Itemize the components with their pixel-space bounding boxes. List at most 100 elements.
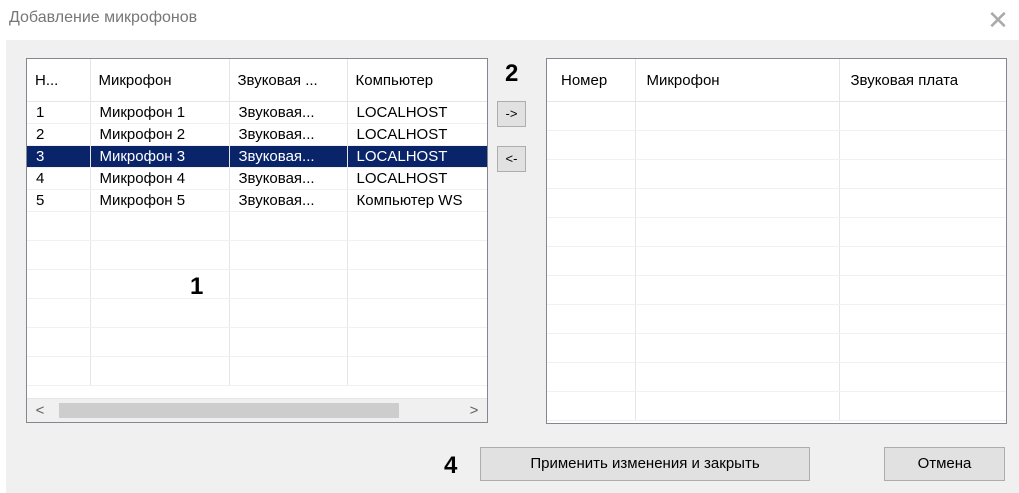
cell-microphone: Микрофон 4 [90,167,230,190]
empty-cell [635,304,840,334]
empty-cell [547,304,636,334]
table-row[interactable]: 2 Микрофон 2 Звуковая... LOCALHOST [27,123,487,146]
empty-row [27,211,487,241]
empty-cell [839,188,1006,218]
empty-cell [229,356,348,386]
empty-cell [839,275,1006,305]
cell-computer: LOCALHOST [347,123,487,146]
available-microphones-grid[interactable]: Н... Микрофон Звуковая ... Компьютер 1 Ми… [26,58,488,423]
cell-number: 1 [27,101,91,124]
empty-cell [635,246,840,276]
cell-number: 5 [27,189,91,212]
add-button[interactable]: -> [497,101,526,127]
empty-cell [547,101,636,131]
chevron-right-icon[interactable]: > [461,399,487,422]
empty-row [547,188,1006,218]
cell-computer: LOCALHOST [347,101,487,124]
empty-cell [839,217,1006,247]
column-header-microphone[interactable]: Микрофон [90,59,230,102]
cell-microphone: Микрофон 2 [90,123,230,146]
empty-cell [547,217,636,247]
callout-2: 2 [505,60,519,87]
column-header-soundcard[interactable]: Звуковая плата [839,59,1006,102]
header-row: Номер Микрофон Звуковая плата [547,59,1006,102]
cell-number: 2 [27,123,91,146]
column-header-microphone[interactable]: Микрофон [635,59,840,102]
empty-cell [27,211,91,241]
table-row[interactable]: 1 Микрофон 1 Звуковая... LOCALHOST [27,101,487,124]
empty-cell [90,240,230,270]
empty-cell [839,246,1006,276]
empty-cell [90,269,230,299]
empty-cell [90,298,230,328]
empty-cell [547,275,636,305]
empty-cell [635,217,840,247]
empty-cell [90,211,230,241]
cell-number: 4 [27,167,91,190]
empty-row [547,159,1006,189]
empty-cell [635,130,840,160]
table-row[interactable]: 5 Микрофон 5 Звуковая... Компьютер WS [27,189,487,212]
cell-soundcard: Звуковая... [229,123,348,146]
empty-cell [229,240,348,270]
cell-microphone: Микрофон 5 [90,189,230,212]
cell-microphone: Микрофон 3 [90,145,230,168]
callout-4: 4 [444,452,458,479]
empty-cell [547,333,636,363]
empty-row [27,269,487,299]
empty-cell [635,188,840,218]
empty-row [547,304,1006,334]
empty-cell [90,327,230,357]
cell-microphone: Микрофон 1 [90,101,230,124]
empty-row [547,275,1006,305]
empty-row [547,391,1006,421]
empty-cell [547,130,636,160]
cell-computer: Компьютер WS [347,189,487,212]
empty-cell [229,327,348,357]
column-header-number[interactable]: Номер [547,59,636,102]
empty-row [27,327,487,357]
empty-cell [547,362,636,392]
cell-soundcard: Звуковая... [229,189,348,212]
horizontal-scrollbar[interactable]: < > [27,398,487,422]
empty-row [547,362,1006,392]
empty-cell [635,362,840,392]
cancel-button[interactable]: Отмена [884,447,1005,481]
close-icon[interactable]: ✕ [985,8,1011,34]
empty-cell [90,356,230,386]
empty-cell [839,391,1006,421]
selected-microphones-grid[interactable]: Номер Микрофон Звуковая плата [546,58,1007,424]
empty-cell [839,159,1006,189]
window-frame [0,0,6,493]
column-header-number[interactable]: Н... [27,59,91,102]
empty-cell [839,333,1006,363]
title-bar: Добавление микрофонов ✕ [0,0,1019,40]
empty-cell [839,362,1006,392]
cell-number: 3 [27,145,91,168]
empty-cell [347,211,487,241]
empty-cell [547,188,636,218]
cell-soundcard: Звуковая... [229,145,348,168]
column-header-soundcard[interactable]: Звуковая ... [229,59,348,102]
apply-and-close-button[interactable]: Применить изменения и закрыть [480,447,810,481]
empty-row [27,356,487,386]
chevron-left-icon[interactable]: < [27,399,53,422]
column-header-computer[interactable]: Компьютер [347,59,487,102]
window-title: Добавление микрофонов [9,9,198,26]
empty-row [27,298,487,328]
table-row[interactable]: 3 Микрофон 3 Звуковая... LOCALHOST [27,145,487,168]
empty-cell [27,356,91,386]
scrollbar-thumb[interactable] [59,403,399,418]
empty-cell [347,356,487,386]
remove-button[interactable]: <- [497,146,526,172]
empty-cell [347,327,487,357]
empty-cell [547,391,636,421]
cell-computer: LOCALHOST [347,167,487,190]
empty-cell [635,333,840,363]
callout-1: 1 [190,273,204,300]
empty-cell [839,101,1006,131]
table-row[interactable]: 4 Микрофон 4 Звуковая... LOCALHOST [27,167,487,190]
empty-row [547,246,1006,276]
empty-cell [229,211,348,241]
empty-cell [547,246,636,276]
